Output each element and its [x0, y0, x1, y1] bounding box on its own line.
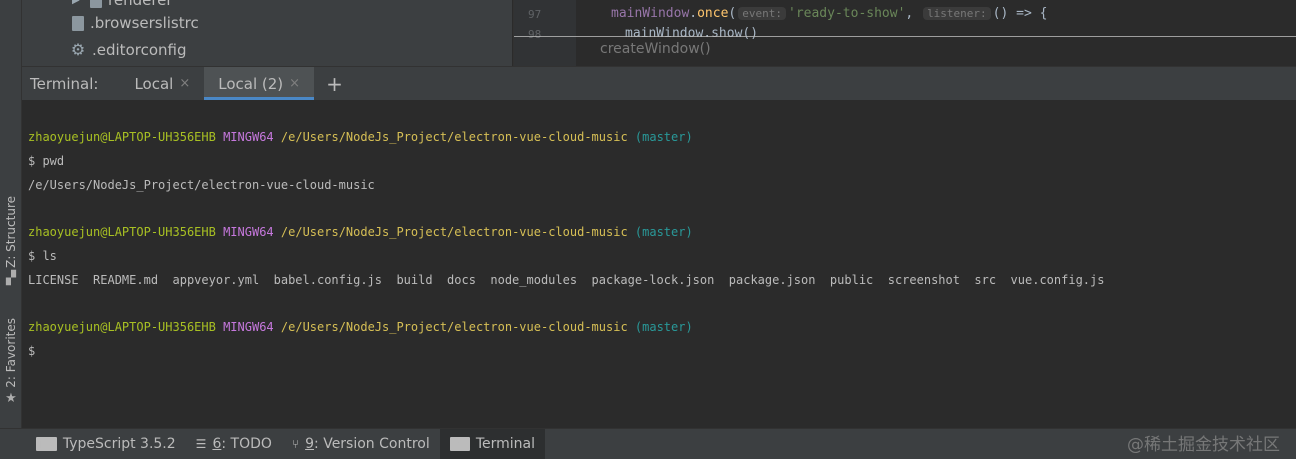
terminal-icon: >_ — [449, 437, 470, 451]
editor-gutter: 97 98 — [514, 0, 576, 66]
tab-local[interactable]: Local × — [120, 67, 204, 100]
typescript-icon: TS — [36, 437, 57, 451]
project-tree: ▶ renderer .browserslistrc ⚙ .editorconf… — [22, 0, 512, 66]
tab-local-2[interactable]: Local (2) × — [204, 67, 315, 100]
list-icon: ☰ — [195, 437, 207, 451]
branch-icon: ⑂ — [291, 437, 300, 451]
file-icon — [72, 15, 84, 31]
parameter-hint: listener: — [923, 7, 991, 20]
favorites-tab-label: 2: Favorites — [4, 318, 18, 388]
editor-divider — [514, 36, 1296, 37]
code-editor[interactable]: 97 98 mainWindow.once(event:'ready-to-sh… — [513, 0, 1296, 66]
line-number: 97 — [528, 8, 542, 21]
new-terminal-tab-button[interactable]: + — [314, 67, 355, 100]
tab-label: Local — [134, 74, 174, 93]
code-line-97[interactable]: mainWindow.once(event:'ready-to-show', l… — [611, 6, 1047, 21]
tree-item-editorconfig[interactable]: ⚙ .editorconfig — [70, 39, 187, 61]
tool-window-bar: TS TypeScript 3.5.2 ☰ 6: TODO ⑂ 9: Versi… — [0, 428, 1296, 459]
terminal-header-label: Terminal: — [30, 74, 99, 93]
version-control-tool-button[interactable]: ⑂ 9: Version Control — [282, 429, 440, 459]
gear-icon: ⚙ — [70, 40, 86, 59]
terminal-prompt-line: zhaoyuejun@LAPTOP-UH356EHB MINGW64 /e/Us… — [28, 130, 693, 144]
terminal-prompt-line: zhaoyuejun@LAPTOP-UH356EHB MINGW64 /e/Us… — [28, 225, 693, 239]
typescript-tool-button[interactable]: TS TypeScript 3.5.2 — [26, 429, 186, 459]
structure-icon: ▞ — [6, 270, 16, 286]
terminal-tab-bar: Terminal: Local × Local (2) × + — [22, 66, 1296, 100]
tree-item-label: .browserslistrc — [90, 14, 199, 32]
terminal-command-line: $ pwd — [28, 154, 65, 168]
watermark: @稀土掘金技术社区 — [1127, 435, 1280, 455]
close-icon[interactable]: × — [179, 76, 190, 91]
star-icon: ★ — [5, 390, 17, 406]
favorites-tool-tab[interactable]: 2: Favorites ★ — [0, 318, 22, 406]
line-number: 98 — [528, 28, 542, 41]
parameter-hint: event: — [738, 7, 786, 20]
terminal-command-line: $ — [28, 344, 36, 358]
structure-tool-tab[interactable]: Z: Structure ▞ — [0, 196, 22, 286]
tree-item-label: renderer — [108, 0, 173, 9]
expand-arrow-icon[interactable]: ▶ — [72, 0, 84, 6]
left-tool-strip: Z: Structure ▞ 2: Favorites ★ — [0, 0, 22, 428]
tree-item-browserslistrc[interactable]: .browserslistrc — [72, 12, 199, 34]
terminal-output-line: LICENSE README.md appveyor.yml babel.con… — [28, 273, 1105, 287]
terminal-output-line: /e/Users/NodeJs_Project/electron-vue-clo… — [28, 178, 375, 192]
terminal-tool-button[interactable]: >_ Terminal — [439, 429, 545, 459]
terminal-prompt-line: zhaoyuejun@LAPTOP-UH356EHB MINGW64 /e/Us… — [28, 320, 693, 334]
code-line-98[interactable]: mainWindow.show() — [625, 26, 758, 41]
folder-icon — [90, 0, 102, 8]
structure-tab-label: Z: Structure — [4, 196, 18, 268]
tree-item-label: .editorconfig — [92, 41, 187, 59]
todo-tool-button[interactable]: ☰ 6: TODO — [186, 429, 282, 459]
editor-breadcrumb[interactable]: createWindow() — [600, 41, 711, 57]
tree-item-renderer[interactable]: ▶ renderer — [72, 0, 173, 11]
tab-label: Local (2) — [218, 74, 284, 93]
close-icon[interactable]: × — [289, 76, 300, 91]
terminal-output[interactable]: zhaoyuejun@LAPTOP-UH356EHB MINGW64 /e/Us… — [22, 100, 1296, 428]
terminal-command-line: $ ls — [28, 249, 57, 263]
